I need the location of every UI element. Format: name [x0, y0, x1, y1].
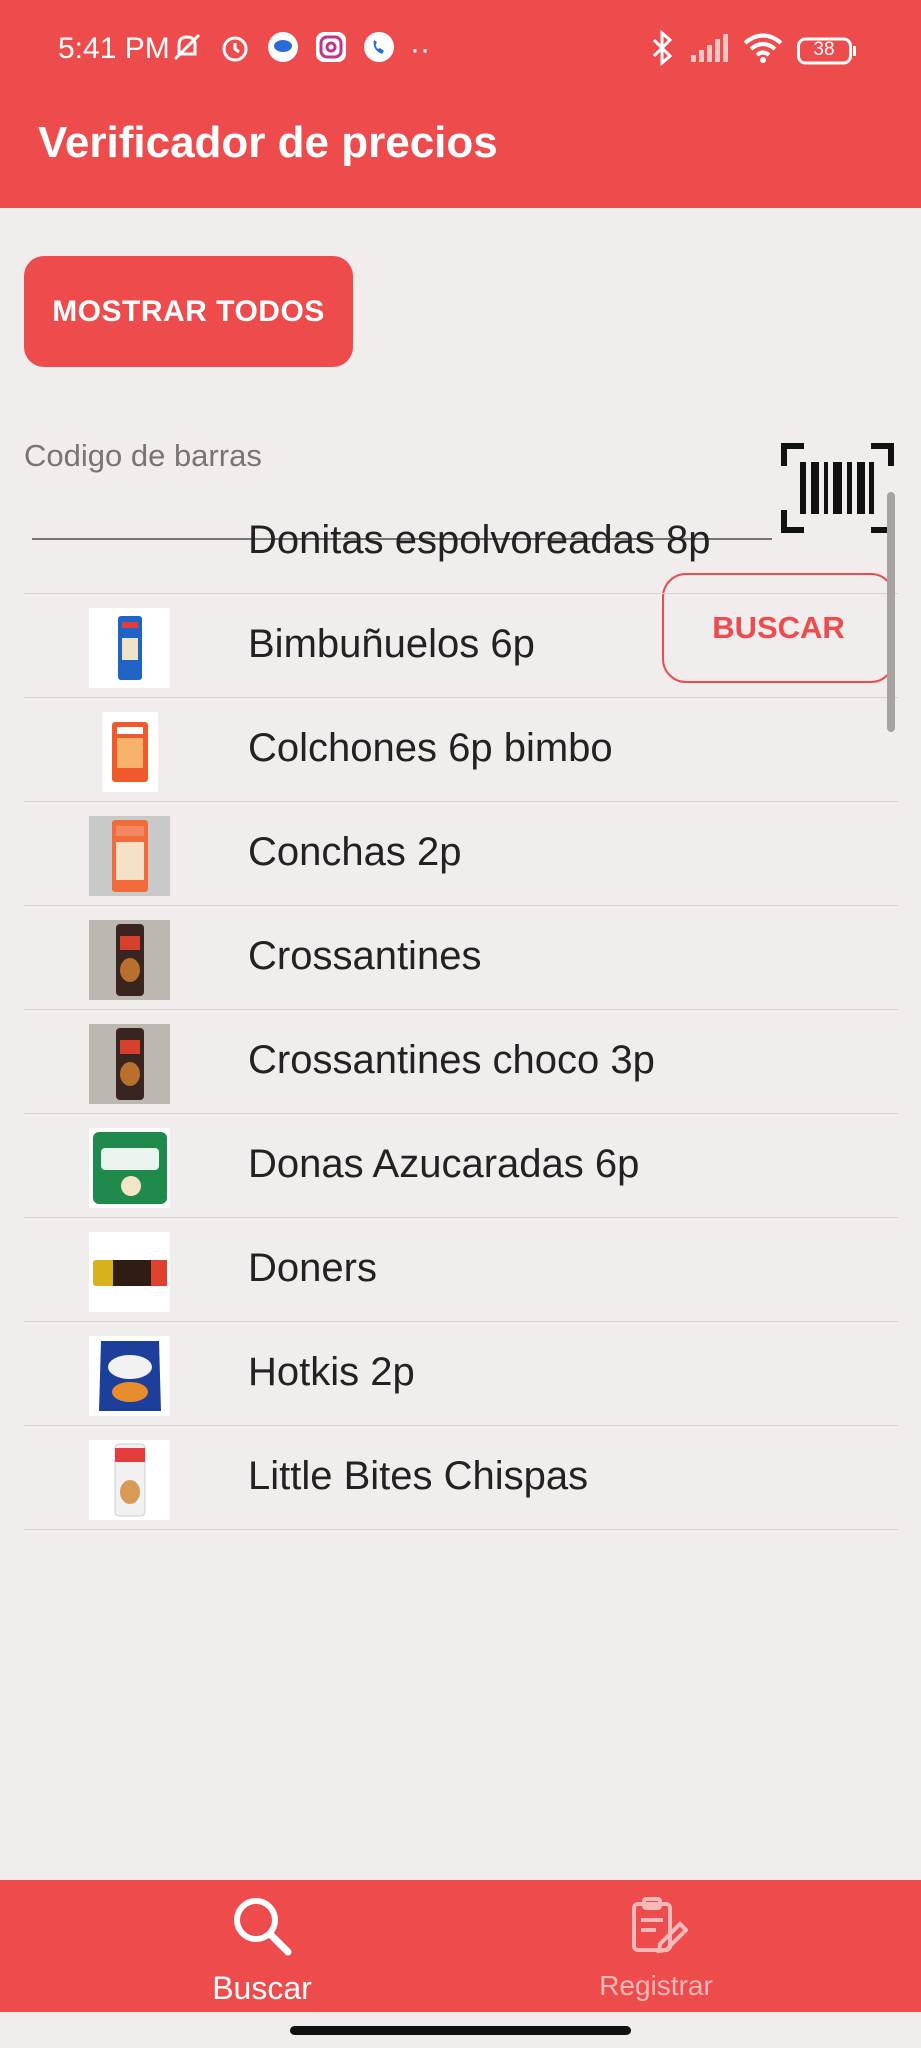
battery-level: 38: [813, 38, 835, 60]
alarm-icon: [218, 30, 252, 69]
product-thumbnail: [89, 1440, 170, 1520]
search-icon: [230, 1894, 294, 1963]
list-item[interactable]: Doners: [24, 1218, 898, 1322]
product-thumbnail: [102, 712, 158, 792]
instagram-icon: [314, 30, 348, 69]
nav-item-search[interactable]: Buscar: [32, 1880, 492, 2012]
product-name: Crossantines: [248, 934, 482, 978]
product-thumbnail: [89, 1336, 170, 1416]
product-name: Doners: [248, 1246, 377, 1290]
battery-icon: 38: [797, 37, 857, 65]
phone-icon: [362, 30, 396, 69]
list-item[interactable]: Donitas espolvoreadas 8p: [24, 490, 898, 594]
status-time: 5:41 PM: [58, 32, 170, 65]
wifi-icon: [743, 32, 783, 69]
app-header: 5:41 PM ·· 38 Verificador de precios: [0, 0, 921, 208]
product-thumbnail: [89, 920, 170, 1000]
list-item[interactable]: Donas Azucaradas 6p: [24, 1114, 898, 1218]
clipboard-edit-icon: [624, 1894, 689, 1963]
product-name: Hotkis 2p: [248, 1350, 415, 1394]
product-thumbnail: [89, 1024, 170, 1104]
product-name: Bimbuñuelos 6p: [248, 622, 535, 666]
product-thumbnail: [89, 1232, 170, 1312]
product-name: Conchas 2p: [248, 830, 462, 874]
product-thumbnail: [89, 816, 170, 896]
status-bar: 5:41 PM ·· 38: [0, 24, 921, 80]
bluetooth-icon: [649, 29, 675, 71]
product-name: Little Bites Chispas: [248, 1454, 589, 1498]
page-title: Verificador de precios: [38, 118, 498, 167]
list-item[interactable]: Crossantines choco 3p: [24, 1010, 898, 1114]
product-list: Donitas espolvoreadas 8p Bimbuñuelos 6p …: [24, 490, 898, 1530]
list-scrollbar[interactable]: [887, 492, 895, 732]
list-item[interactable]: Conchas 2p: [24, 802, 898, 906]
nav-label-register: Registrar: [599, 1970, 713, 2001]
list-item[interactable]: Bimbuñuelos 6p: [24, 594, 898, 698]
product-thumbnail: [89, 608, 170, 688]
home-indicator[interactable]: [290, 2026, 631, 2035]
bottom-navigation: Buscar Registrar: [0, 1880, 921, 2012]
list-item[interactable]: Crossantines: [24, 906, 898, 1010]
list-item[interactable]: Hotkis 2p: [24, 1322, 898, 1426]
system-icons: 38: [649, 29, 857, 71]
more-dots: ··: [410, 32, 430, 66]
notification-icons: ··: [170, 30, 430, 69]
messages-icon: [266, 30, 300, 69]
list-item[interactable]: Colchones 6p bimbo: [24, 698, 898, 802]
show-all-button[interactable]: MOSTRAR TODOS: [24, 256, 353, 367]
product-name: Donitas espolvoreadas 8p: [248, 518, 711, 562]
product-name: Crossantines choco 3p: [248, 1038, 655, 1082]
nav-item-register[interactable]: Registrar: [426, 1880, 886, 2012]
signal-icon: [689, 33, 729, 68]
product-name: Donas Azucaradas 6p: [248, 1142, 640, 1186]
nav-label-search: Buscar: [212, 1970, 312, 2006]
product-name: Colchones 6p bimbo: [248, 726, 613, 770]
list-item[interactable]: Little Bites Chispas: [24, 1426, 898, 1530]
mute-bell-icon: [170, 30, 204, 69]
product-thumbnail: [89, 1128, 170, 1208]
